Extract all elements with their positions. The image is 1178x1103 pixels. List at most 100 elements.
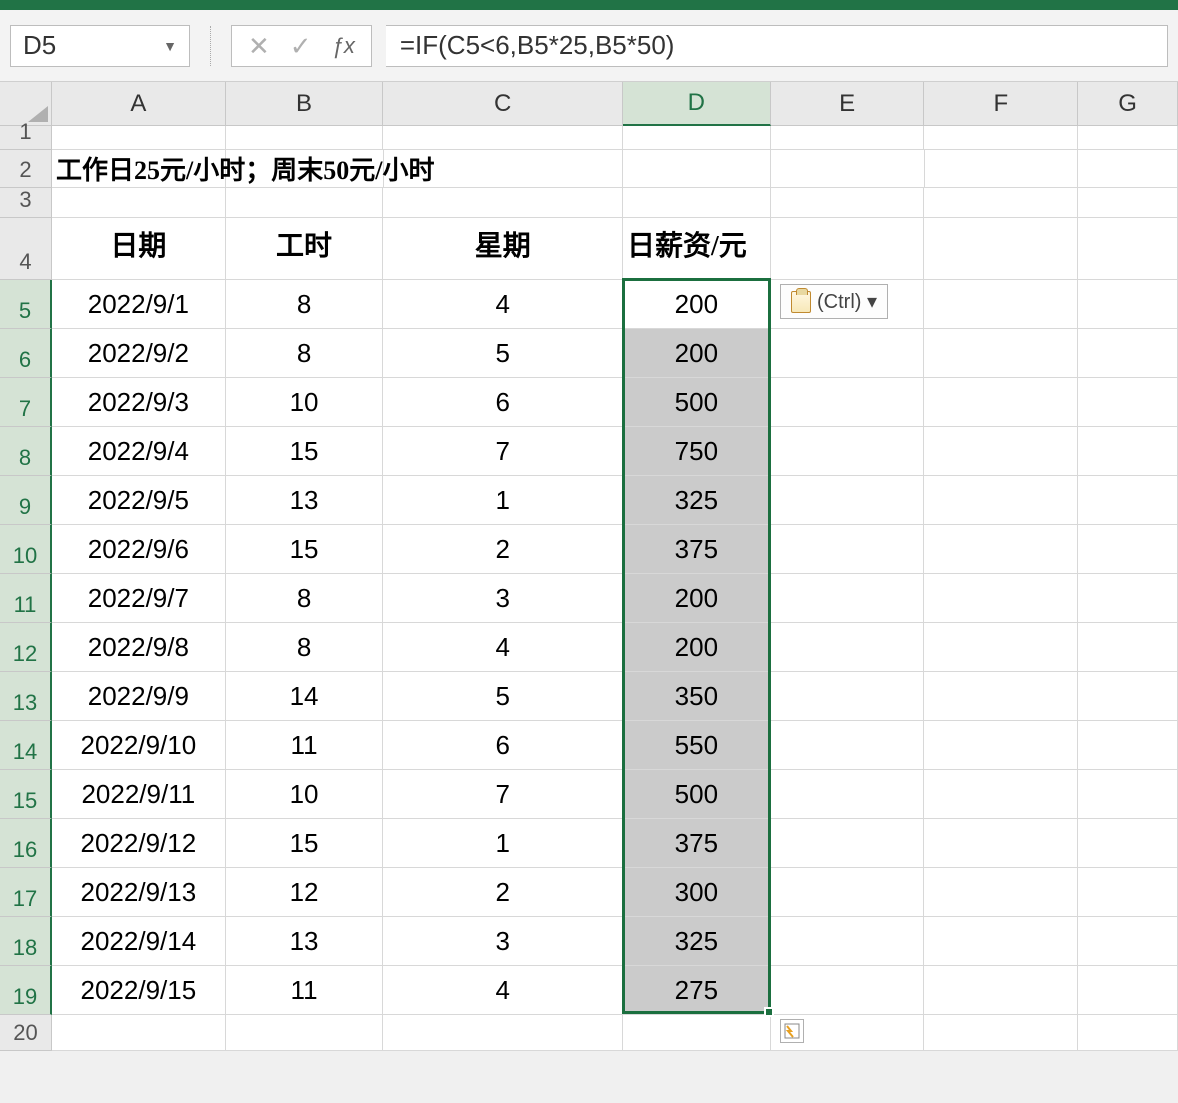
row-header-18[interactable]: 18 <box>0 917 52 966</box>
row-header-17[interactable]: 17 <box>0 868 52 917</box>
cell-B4[interactable]: 工时 <box>226 218 384 280</box>
cell-E7[interactable] <box>771 378 925 427</box>
cell-G10[interactable] <box>1078 525 1178 574</box>
cell-F3[interactable] <box>924 188 1078 218</box>
cell-D12[interactable]: 200 <box>623 623 771 672</box>
cell-D3[interactable] <box>623 188 771 218</box>
row-header-14[interactable]: 14 <box>0 721 52 770</box>
cancel-icon[interactable]: ✕ <box>248 33 270 59</box>
row-header-20[interactable]: 20 <box>0 1015 52 1051</box>
cell-D16[interactable]: 375 <box>623 819 771 868</box>
cell-E10[interactable] <box>771 525 925 574</box>
cell-grid[interactable]: 工作日25元/小时；周末50元/小时日期工时星期日薪资/元2022/9/1842… <box>52 126 1178 1051</box>
cell-B7[interactable]: 10 <box>226 378 384 427</box>
cell-A15[interactable]: 2022/9/11 <box>52 770 226 819</box>
cell-E4[interactable] <box>771 218 925 280</box>
row-header-15[interactable]: 15 <box>0 770 52 819</box>
cell-A12[interactable]: 2022/9/8 <box>52 623 226 672</box>
cell-C13[interactable]: 5 <box>383 672 623 721</box>
cell-E11[interactable] <box>771 574 925 623</box>
fx-icon[interactable]: ƒx <box>332 35 355 57</box>
cell-A6[interactable]: 2022/9/2 <box>52 329 226 378</box>
row-header-11[interactable]: 11 <box>0 574 52 623</box>
name-box[interactable]: D5 ▼ <box>10 25 190 67</box>
cell-F9[interactable] <box>924 476 1078 525</box>
cell-E19[interactable] <box>771 966 925 1015</box>
cell-B19[interactable]: 11 <box>226 966 384 1015</box>
cell-F20[interactable] <box>924 1015 1078 1051</box>
cell-D5[interactable]: 200 <box>623 280 771 329</box>
cell-E12[interactable] <box>771 623 925 672</box>
cell-D4[interactable]: 日薪资/元 <box>623 218 771 280</box>
cell-G8[interactable] <box>1078 427 1178 476</box>
cell-B18[interactable]: 13 <box>226 917 384 966</box>
cell-C9[interactable]: 1 <box>383 476 623 525</box>
cell-A18[interactable]: 2022/9/14 <box>52 917 226 966</box>
column-header-A[interactable]: A <box>52 82 226 126</box>
cell-E2[interactable] <box>771 150 925 188</box>
row-header-8[interactable]: 8 <box>0 427 52 476</box>
enter-icon[interactable]: ✓ <box>290 33 312 59</box>
cell-A19[interactable]: 2022/9/15 <box>52 966 226 1015</box>
cell-D10[interactable]: 375 <box>623 525 771 574</box>
cell-C17[interactable]: 2 <box>383 868 623 917</box>
cell-C11[interactable]: 3 <box>383 574 623 623</box>
column-header-E[interactable]: E <box>771 82 925 126</box>
cell-C4[interactable]: 星期 <box>383 218 623 280</box>
cell-C18[interactable]: 3 <box>383 917 623 966</box>
cell-G5[interactable] <box>1078 280 1178 329</box>
cell-E9[interactable] <box>771 476 925 525</box>
cell-G19[interactable] <box>1078 966 1178 1015</box>
column-header-D[interactable]: D <box>623 82 771 126</box>
cell-E18[interactable] <box>771 917 925 966</box>
cell-C12[interactable]: 4 <box>383 623 623 672</box>
cell-B3[interactable] <box>226 188 384 218</box>
cell-B11[interactable]: 8 <box>226 574 384 623</box>
cell-E8[interactable] <box>771 427 925 476</box>
cell-F7[interactable] <box>924 378 1078 427</box>
cell-F10[interactable] <box>924 525 1078 574</box>
row-header-2[interactable]: 2 <box>0 150 52 188</box>
cell-E16[interactable] <box>771 819 925 868</box>
cell-D13[interactable]: 350 <box>623 672 771 721</box>
cell-B15[interactable]: 10 <box>226 770 384 819</box>
cell-C16[interactable]: 1 <box>383 819 623 868</box>
cell-F18[interactable] <box>924 917 1078 966</box>
cell-C1[interactable] <box>383 126 623 150</box>
cell-F4[interactable] <box>924 218 1078 280</box>
cell-A14[interactable]: 2022/9/10 <box>52 721 226 770</box>
cell-G18[interactable] <box>1078 917 1178 966</box>
cell-A16[interactable]: 2022/9/12 <box>52 819 226 868</box>
cell-F13[interactable] <box>924 672 1078 721</box>
cell-C3[interactable] <box>383 188 623 218</box>
cell-A11[interactable]: 2022/9/7 <box>52 574 226 623</box>
formula-input[interactable]: =IF(C5<6,B5*25,B5*50) <box>386 25 1168 67</box>
cell-C10[interactable]: 2 <box>383 525 623 574</box>
cell-F16[interactable] <box>924 819 1078 868</box>
cell-F2[interactable] <box>925 150 1079 188</box>
cell-G3[interactable] <box>1078 188 1178 218</box>
cell-C20[interactable] <box>383 1015 623 1051</box>
cell-A4[interactable]: 日期 <box>52 218 226 280</box>
cell-E1[interactable] <box>771 126 925 150</box>
cell-A13[interactable]: 2022/9/9 <box>52 672 226 721</box>
cell-B8[interactable]: 15 <box>226 427 384 476</box>
cell-E15[interactable] <box>771 770 925 819</box>
cell-G2[interactable] <box>1078 150 1178 188</box>
column-header-B[interactable]: B <box>226 82 384 126</box>
cell-F11[interactable] <box>924 574 1078 623</box>
cell-F12[interactable] <box>924 623 1078 672</box>
cell-G15[interactable] <box>1078 770 1178 819</box>
cell-G13[interactable] <box>1078 672 1178 721</box>
column-header-F[interactable]: F <box>924 82 1078 126</box>
cell-G12[interactable] <box>1078 623 1178 672</box>
cell-D20[interactable] <box>623 1015 771 1051</box>
cell-B10[interactable]: 15 <box>226 525 384 574</box>
cell-B16[interactable]: 15 <box>226 819 384 868</box>
cell-G20[interactable] <box>1078 1015 1178 1051</box>
cell-D11[interactable]: 200 <box>623 574 771 623</box>
row-header-16[interactable]: 16 <box>0 819 52 868</box>
cell-F14[interactable] <box>924 721 1078 770</box>
cell-F5[interactable] <box>924 280 1078 329</box>
cell-E3[interactable] <box>771 188 925 218</box>
